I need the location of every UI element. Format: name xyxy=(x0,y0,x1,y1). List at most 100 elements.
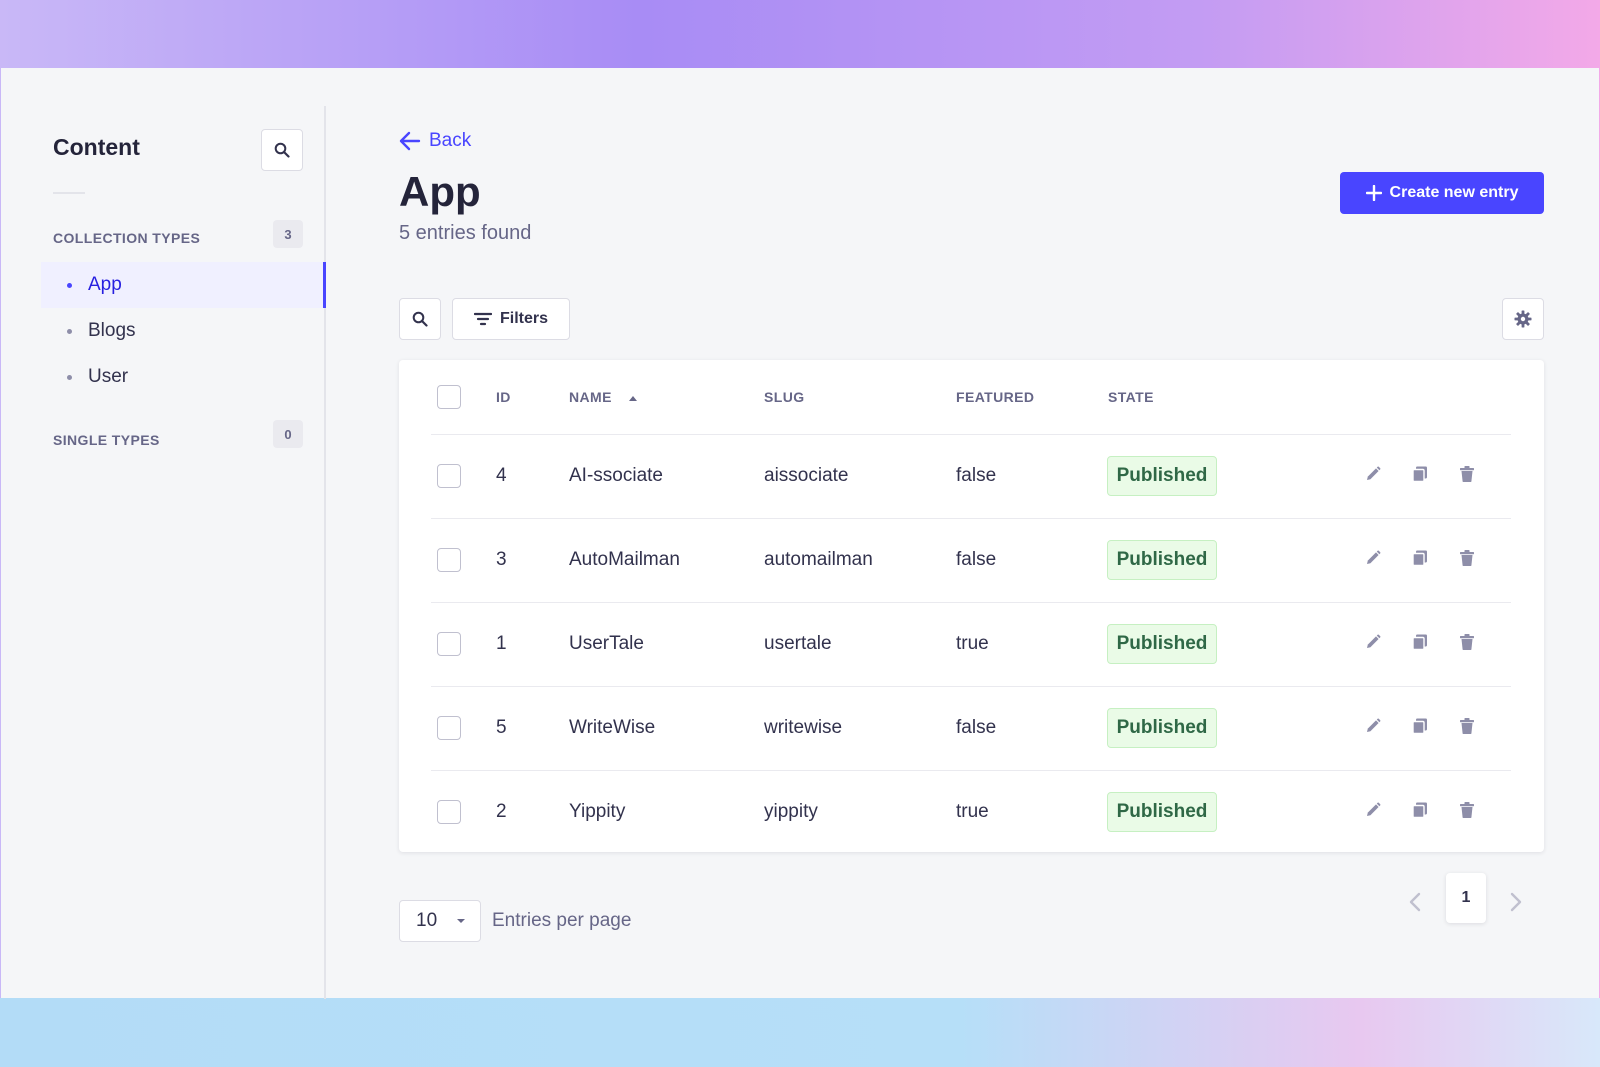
pencil-icon xyxy=(1364,549,1382,572)
entries-table: ID NAME SLUG FEATURED STATE 4 AI-ssociate… xyxy=(399,360,1544,852)
duplicate-entry-button[interactable] xyxy=(1409,549,1431,571)
row-checkbox[interactable] xyxy=(437,800,461,824)
sidebar-divider xyxy=(53,192,85,194)
duplicate-icon xyxy=(1411,465,1429,488)
pencil-icon xyxy=(1364,801,1382,824)
next-page-button[interactable] xyxy=(1500,886,1532,918)
pencil-icon xyxy=(1364,465,1382,488)
column-header-name[interactable]: NAME xyxy=(569,389,638,405)
sidebar-item-app[interactable]: App xyxy=(41,262,326,308)
entries-per-page-select[interactable]: 10 xyxy=(399,900,481,942)
duplicate-icon xyxy=(1411,549,1429,572)
trash-icon xyxy=(1458,465,1476,488)
duplicate-entry-button[interactable] xyxy=(1409,465,1431,487)
table-row[interactable]: 5 WriteWise writewise false Published xyxy=(431,686,1511,771)
table-row[interactable]: 2 Yippity yippity true Published xyxy=(431,770,1511,855)
cell-id: 3 xyxy=(496,549,507,570)
cell-name: AutoMailman xyxy=(569,549,680,570)
duplicate-entry-button[interactable] xyxy=(1409,633,1431,655)
row-checkbox[interactable] xyxy=(437,632,461,656)
back-link[interactable]: Back xyxy=(399,130,471,152)
edit-entry-button[interactable] xyxy=(1362,549,1384,571)
background-band-bottom xyxy=(0,998,1600,1067)
row-checkbox[interactable] xyxy=(437,716,461,740)
filters-label: Filters xyxy=(499,310,548,327)
edit-entry-button[interactable] xyxy=(1362,717,1384,739)
sidebar-item-label: User xyxy=(88,366,129,387)
bullet-icon xyxy=(67,328,72,334)
column-header-id[interactable]: ID xyxy=(496,389,511,405)
app-window: Content COLLECTION TYPES 3 App Blogs Use… xyxy=(1,68,1599,999)
edit-entry-button[interactable] xyxy=(1362,465,1384,487)
per-page-value: 10 xyxy=(416,910,438,931)
bullet-icon xyxy=(67,282,72,288)
table-row[interactable]: 3 AutoMailman automailman false Published xyxy=(431,518,1511,603)
edit-entry-button[interactable] xyxy=(1362,801,1384,823)
content-sidebar: Content COLLECTION TYPES 3 App Blogs Use… xyxy=(1,106,326,999)
sidebar-title: Content xyxy=(53,134,140,160)
cell-featured: false xyxy=(956,549,997,570)
trash-icon xyxy=(1458,801,1476,824)
page-title: App xyxy=(399,168,481,215)
sort-up-icon xyxy=(629,396,638,401)
cell-name: WriteWise xyxy=(569,717,656,738)
edit-entry-button[interactable] xyxy=(1362,633,1384,655)
chevron-right-icon xyxy=(1510,892,1522,912)
trash-icon xyxy=(1458,549,1476,572)
search-icon xyxy=(274,142,290,158)
collection-types-heading: COLLECTION TYPES xyxy=(53,230,201,246)
column-header-slug[interactable]: SLUG xyxy=(764,389,805,405)
delete-entry-button[interactable] xyxy=(1456,633,1478,655)
chevron-left-icon xyxy=(1409,892,1421,912)
cell-featured: false xyxy=(956,717,997,738)
entries-count: 5 entries found xyxy=(399,222,532,244)
arrow-left-icon xyxy=(399,131,421,151)
create-button-label: Create new entry xyxy=(1389,184,1519,201)
search-icon xyxy=(412,311,428,327)
back-label: Back xyxy=(429,130,472,151)
pencil-icon xyxy=(1364,633,1382,656)
duplicate-icon xyxy=(1411,717,1429,740)
table-settings-button[interactable] xyxy=(1502,298,1544,340)
duplicate-icon xyxy=(1411,633,1429,656)
table-header: ID NAME SLUG FEATURED STATE xyxy=(399,360,1544,434)
filter-icon xyxy=(473,312,492,326)
status-badge: Published xyxy=(1107,540,1217,580)
column-header-featured[interactable]: FEATURED xyxy=(956,389,1034,405)
table-row[interactable]: 4 AI-ssociate aissociate false Published xyxy=(431,434,1511,519)
cell-name: UserTale xyxy=(569,633,644,654)
sidebar-item-user[interactable]: User xyxy=(41,354,326,400)
cell-slug: automailman xyxy=(764,549,873,570)
sidebar-item-label: Blogs xyxy=(88,320,136,341)
column-header-state[interactable]: STATE xyxy=(1108,389,1154,405)
table-search-button[interactable] xyxy=(399,298,441,340)
row-checkbox[interactable] xyxy=(437,548,461,572)
previous-page-button[interactable] xyxy=(1399,886,1431,918)
delete-entry-button[interactable] xyxy=(1456,801,1478,823)
duplicate-entry-button[interactable] xyxy=(1409,717,1431,739)
duplicate-icon xyxy=(1411,801,1429,824)
cell-slug: writewise xyxy=(764,717,843,738)
delete-entry-button[interactable] xyxy=(1456,549,1478,571)
cell-featured: false xyxy=(956,465,997,486)
delete-entry-button[interactable] xyxy=(1456,465,1478,487)
row-checkbox[interactable] xyxy=(437,464,461,488)
table-row[interactable]: 1 UserTale usertale true Published xyxy=(431,602,1511,687)
trash-icon xyxy=(1458,717,1476,740)
page-number-button[interactable]: 1 xyxy=(1446,873,1486,923)
cell-featured: true xyxy=(956,633,989,654)
sidebar-item-label: App xyxy=(88,274,122,295)
status-badge: Published xyxy=(1107,624,1217,664)
select-all-checkbox[interactable] xyxy=(437,385,461,409)
cell-id: 2 xyxy=(496,801,507,822)
plus-icon xyxy=(1365,185,1382,201)
filters-button[interactable]: Filters xyxy=(452,298,570,340)
sidebar-item-blogs[interactable]: Blogs xyxy=(41,308,326,354)
sidebar-search-button[interactable] xyxy=(261,129,303,171)
create-new-entry-button[interactable]: Create new entry xyxy=(1340,172,1544,214)
delete-entry-button[interactable] xyxy=(1456,717,1478,739)
cell-id: 4 xyxy=(496,465,507,486)
duplicate-entry-button[interactable] xyxy=(1409,801,1431,823)
cell-id: 5 xyxy=(496,717,507,738)
collection-types-count-badge: 3 xyxy=(273,220,303,248)
